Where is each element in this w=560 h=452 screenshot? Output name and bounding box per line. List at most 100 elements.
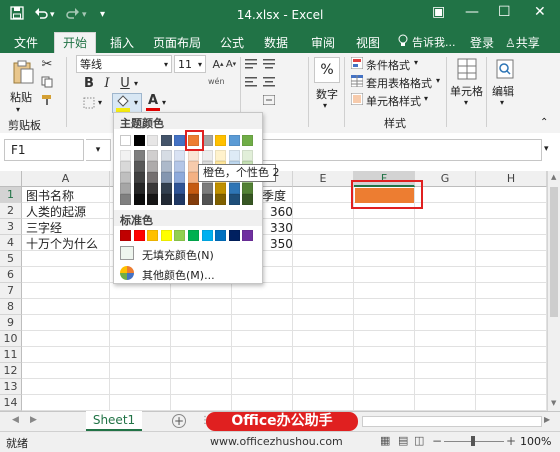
- column-header-g[interactable]: G: [415, 171, 476, 187]
- theme-shade-swatch[interactable]: [242, 150, 253, 161]
- no-fill-item[interactable]: 无填充颜色(N): [118, 245, 258, 263]
- theme-shade-swatch[interactable]: [242, 183, 253, 194]
- edit-button[interactable]: 编辑: [492, 83, 514, 99]
- theme-shade-swatch[interactable]: [215, 194, 226, 205]
- tab-view[interactable]: 视图: [356, 34, 380, 51]
- font-size-select[interactable]: 11 ▾: [174, 55, 206, 73]
- paste-icon[interactable]: [10, 57, 36, 87]
- chevron-down-icon[interactable]: ▾: [436, 76, 440, 85]
- sheet-next-icon[interactable]: ▶: [30, 415, 37, 425]
- copy-icon[interactable]: [40, 75, 54, 89]
- theme-shade-swatch[interactable]: [134, 161, 145, 172]
- page-break-view-icon[interactable]: ◫: [414, 434, 424, 447]
- theme-color-swatch[interactable]: [242, 135, 253, 146]
- theme-color-swatch[interactable]: [215, 135, 226, 146]
- sheet-prev-icon[interactable]: ◀: [12, 415, 19, 425]
- cell-style-icon[interactable]: [350, 92, 364, 106]
- font-color-dropdown-icon[interactable]: ▾: [162, 98, 166, 107]
- row-header-14[interactable]: 14: [0, 395, 22, 411]
- percent-icon[interactable]: %: [314, 57, 340, 83]
- tab-formulas[interactable]: 公式: [220, 34, 244, 51]
- row-header-1[interactable]: 1: [0, 187, 22, 203]
- vertical-scrollbar[interactable]: ▲ ▼: [547, 171, 560, 411]
- row-header-9[interactable]: 9: [0, 315, 22, 331]
- phonetic-label[interactable]: wén: [208, 77, 225, 86]
- theme-shade-swatch[interactable]: [134, 150, 145, 161]
- decrease-font-icon[interactable]: A ▾: [224, 55, 238, 73]
- scroll-down-icon[interactable]: ▼: [551, 399, 556, 407]
- paste-dropdown-icon[interactable]: ▾: [16, 105, 20, 114]
- standard-color-swatch[interactable]: [147, 230, 158, 241]
- theme-shade-swatch[interactable]: [161, 194, 172, 205]
- theme-shade-swatch[interactable]: [174, 150, 185, 161]
- theme-shade-swatch[interactable]: [242, 194, 253, 205]
- theme-shade-swatch[interactable]: [120, 183, 131, 194]
- font-color-icon[interactable]: A: [146, 93, 160, 108]
- theme-shade-swatch[interactable]: [161, 161, 172, 172]
- cell-d3[interactable]: 330: [270, 220, 293, 236]
- theme-shade-swatch[interactable]: [120, 150, 131, 161]
- theme-shade-swatch[interactable]: [134, 183, 145, 194]
- theme-shade-swatch[interactable]: [188, 183, 199, 194]
- normal-view-icon[interactable]: ▦: [380, 434, 390, 447]
- underline-dropdown-icon[interactable]: ▾: [134, 79, 138, 88]
- column-header-a[interactable]: A: [22, 171, 110, 187]
- standard-color-swatch[interactable]: [161, 230, 172, 241]
- tab-data[interactable]: 数据: [264, 34, 288, 51]
- italic-button[interactable]: I: [100, 75, 114, 91]
- standard-color-swatch[interactable]: [188, 230, 199, 241]
- scroll-up-icon[interactable]: ▲: [551, 173, 556, 181]
- theme-shade-swatch[interactable]: [147, 161, 158, 172]
- maximize-icon[interactable]: ☐: [498, 4, 511, 20]
- scroll-right-icon[interactable]: ▶: [544, 415, 550, 424]
- horizontal-scrollbar[interactable]: [362, 416, 542, 427]
- theme-shade-swatch[interactable]: [174, 183, 185, 194]
- collapse-ribbon-icon[interactable]: ⌃: [540, 117, 548, 128]
- align-middle-icon[interactable]: [262, 57, 276, 71]
- expand-formula-icon[interactable]: ▾: [544, 144, 549, 154]
- chevron-down-icon[interactable]: ▾: [500, 98, 504, 107]
- zoom-in-button[interactable]: +: [506, 434, 516, 448]
- cell-d1[interactable]: 季度: [262, 188, 286, 204]
- theme-shade-swatch[interactable]: [174, 194, 185, 205]
- paste-label[interactable]: 粘贴: [10, 89, 32, 105]
- tell-me-input[interactable]: 告诉我...: [412, 34, 456, 50]
- table-format-icon[interactable]: [350, 74, 364, 88]
- theme-color-swatch[interactable]: [120, 135, 131, 146]
- add-sheet-button[interactable]: +: [172, 414, 186, 428]
- row-header-7[interactable]: 7: [0, 283, 22, 299]
- theme-shade-swatch[interactable]: [147, 183, 158, 194]
- row-header-3[interactable]: 3: [0, 219, 22, 235]
- chevron-down-icon[interactable]: ▾: [464, 98, 468, 107]
- name-box[interactable]: F1: [4, 139, 84, 161]
- theme-shade-swatch[interactable]: [147, 150, 158, 161]
- number-dropdown-icon[interactable]: ▾: [323, 101, 327, 110]
- theme-color-swatch[interactable]: [134, 135, 145, 146]
- zoom-out-button[interactable]: −: [432, 434, 442, 448]
- tab-home[interactable]: 开始: [54, 32, 97, 54]
- minimize-icon[interactable]: —: [465, 4, 479, 20]
- theme-shade-swatch[interactable]: [215, 183, 226, 194]
- theme-shade-swatch[interactable]: [229, 194, 240, 205]
- theme-color-swatch[interactable]: [174, 135, 185, 146]
- formula-input[interactable]: [244, 139, 542, 161]
- theme-shade-swatch[interactable]: [229, 150, 240, 161]
- conditional-format-icon[interactable]: [350, 56, 364, 70]
- row-header-5[interactable]: 5: [0, 251, 22, 267]
- theme-shade-swatch[interactable]: [134, 194, 145, 205]
- name-box-dropdown-icon[interactable]: ▾: [86, 139, 111, 161]
- theme-shade-swatch[interactable]: [147, 172, 158, 183]
- cells-button[interactable]: 单元格: [450, 83, 483, 99]
- row-header-11[interactable]: 11: [0, 347, 22, 363]
- standard-color-swatch[interactable]: [202, 230, 213, 241]
- select-all-corner[interactable]: [0, 171, 22, 187]
- theme-shade-swatch[interactable]: [120, 161, 131, 172]
- row-header-12[interactable]: 12: [0, 363, 22, 379]
- border-dropdown-icon[interactable]: ▾: [98, 98, 102, 107]
- theme-shade-swatch[interactable]: [161, 150, 172, 161]
- align-top-icon[interactable]: [244, 57, 258, 71]
- ribbon-display-icon[interactable]: ▣: [432, 4, 445, 20]
- theme-shade-swatch[interactable]: [120, 194, 131, 205]
- theme-color-swatch[interactable]: [229, 135, 240, 146]
- row-header-13[interactable]: 13: [0, 379, 22, 395]
